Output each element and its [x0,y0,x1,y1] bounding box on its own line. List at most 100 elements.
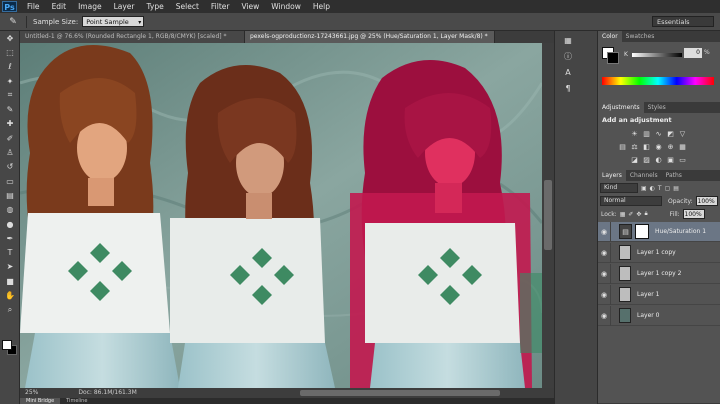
filter-type-icon[interactable]: T [658,185,662,192]
exposure-icon[interactable]: ◩ [666,130,675,138]
color-background-swatch[interactable] [607,52,619,64]
quick-select-icon[interactable]: ✦ [0,74,20,88]
invert-icon[interactable]: ◪ [630,156,639,164]
layer-row-hue-saturation[interactable]: ◉ ▤ Hue/Saturation 1 [598,221,720,242]
history-brush-icon[interactable]: ↺ [0,160,20,174]
gradient-icon[interactable]: ▤ [0,188,20,202]
levels-icon[interactable]: ▥ [642,130,651,138]
adjustments-panel-tabs: Adjustments Styles [598,102,720,113]
brush-icon[interactable]: ✐ [0,131,20,145]
hand-icon[interactable]: ✋ [0,288,20,302]
filter-smart-object-icon[interactable]: ▤ [673,185,679,192]
layer-row-layer-1-copy[interactable]: ◉ Layer 1 copy [598,242,720,263]
menu-edit[interactable]: Edit [46,0,73,13]
marquee-icon[interactable]: ⬚ [0,45,20,59]
k-channel-input[interactable]: 0 [684,48,702,58]
dodge-icon[interactable]: ● [0,217,20,231]
lock-image-icon[interactable]: ✐ [628,211,633,218]
menu-select[interactable]: Select [170,0,205,13]
posterize-icon[interactable]: ▨ [642,156,651,164]
document-canvas[interactable] [20,43,542,388]
tab-untitled-1[interactable]: Untitled-1 @ 76.6% (Rounded Rectangle 1,… [20,31,245,43]
sample-size-select[interactable]: Point Sample ▾ [82,16,145,27]
curves-icon[interactable]: ∿ [654,130,663,138]
layer-row-layer-0[interactable]: ◉ Layer 0 [598,305,720,326]
tab-adjustments[interactable]: Adjustments [598,102,644,113]
paragraph-icon[interactable]: ¶ [561,83,575,95]
crop-icon[interactable]: ⌗ [0,88,20,102]
type-icon[interactable]: T [0,245,20,259]
move-icon[interactable]: ✥ [0,31,20,45]
properties-icon[interactable]: ⓘ [561,51,575,63]
path-select-icon[interactable]: ➤ [0,260,20,274]
threshold-icon[interactable]: ◐ [654,156,663,164]
menu-layer[interactable]: Layer [108,0,141,13]
layer-row-layer-1-copy-2[interactable]: ◉ Layer 1 copy 2 [598,263,720,284]
character-icon[interactable]: A [561,67,575,79]
menu-file[interactable]: File [21,0,46,13]
blur-icon[interactable]: ◍ [0,203,20,217]
menu-image[interactable]: Image [72,0,108,13]
zoom-level[interactable]: 25% [25,388,38,398]
horizontal-scroll-thumb[interactable] [300,390,500,396]
menu-filter[interactable]: Filter [205,0,236,13]
black-white-icon[interactable]: ◧ [642,143,651,151]
color-spectrum-ramp[interactable] [602,77,714,85]
selective-color-icon[interactable]: ▣ [666,156,675,164]
color-lookup-icon[interactable]: ▦ [678,143,687,151]
vibrance-icon[interactable]: ▽ [678,130,687,138]
zoom-icon[interactable]: ⌕ [0,303,20,317]
history-icon[interactable]: ▦ [561,35,575,47]
tab-pexels-photo[interactable]: pexels-ogproductionz-17243661.jpg @ 25% … [245,31,495,43]
eye-icon[interactable]: ◉ [598,305,611,326]
eraser-icon[interactable]: ▭ [0,174,20,188]
eyedropper-icon[interactable]: ✎ [0,102,20,116]
filter-shape-icon[interactable]: ▢ [665,185,671,192]
menu-view[interactable]: View [235,0,265,13]
sample-size-value: Point Sample [86,18,129,26]
k-channel-slider[interactable] [632,53,682,57]
lasso-icon[interactable]: ℓ [0,60,20,74]
foreground-color-swatch[interactable] [2,340,12,350]
color-balance-icon[interactable]: ⚖ [630,143,639,151]
document-tabs: Untitled-1 @ 76.6% (Rounded Rectangle 1,… [20,31,596,43]
opacity-input[interactable]: 100% [695,196,718,206]
fill-input[interactable]: 100% [682,209,705,219]
filter-adjustment-icon[interactable]: ◐ [650,185,655,192]
lock-transparent-icon[interactable]: ▦ [620,211,626,218]
layer-row-layer-1[interactable]: ◉ Layer 1 [598,284,720,305]
eye-icon[interactable]: ◉ [598,242,611,263]
tab-timeline[interactable]: Timeline [60,398,93,404]
channel-mixer-icon[interactable]: ⊕ [666,143,675,151]
gradient-map-icon[interactable]: ▭ [678,156,687,164]
lock-all-icon[interactable]: 🔒︎ [644,210,647,218]
hue-saturation-icon[interactable]: ▤ [618,143,627,151]
healing-icon[interactable]: ✚ [0,117,20,131]
eye-icon[interactable]: ◉ [598,221,611,242]
tab-paths[interactable]: Paths [662,170,686,181]
tab-color[interactable]: Color [598,31,622,42]
tab-styles[interactable]: Styles [644,102,670,113]
eye-icon[interactable]: ◉ [598,263,611,284]
filter-pixel-icon[interactable]: ▣ [641,185,647,192]
tab-layers[interactable]: Layers [598,170,626,181]
workspace-switcher[interactable]: Essentials [652,16,714,27]
clone-stamp-icon[interactable]: ♙ [0,145,20,159]
layer-filter-kind-select[interactable]: Kind [600,183,638,193]
shape-icon[interactable]: ■ [0,274,20,288]
menu-help[interactable]: Help [307,0,336,13]
photo-filter-icon[interactable]: ◉ [654,143,663,151]
tab-mini-bridge[interactable]: Mini Bridge [20,398,61,404]
tab-swatches[interactable]: Swatches [622,31,659,42]
layer-mask-thumbnail[interactable] [635,224,649,239]
eye-icon[interactable]: ◉ [598,284,611,305]
pen-icon[interactable]: ✒ [0,231,20,245]
menu-window[interactable]: Window [265,0,307,13]
vertical-scroll-thumb[interactable] [544,180,552,250]
tab-channels[interactable]: Channels [626,170,662,181]
blend-mode-select[interactable]: Normal [600,196,662,206]
menu-type[interactable]: Type [141,0,170,13]
eyedropper-preset-icon[interactable]: ✎ [6,16,20,28]
lock-position-icon[interactable]: ✥ [636,211,641,218]
brightness-contrast-icon[interactable]: ☀ [630,130,639,138]
